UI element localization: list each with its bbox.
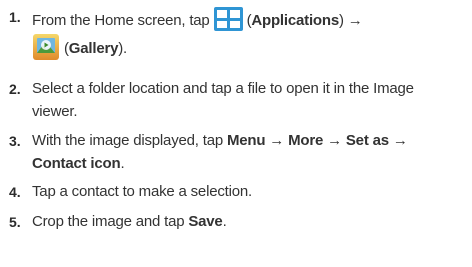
step-text-segment: With the image displayed, tap [32,132,223,149]
step-text-line: Tap a contact to make a selection. [32,183,252,200]
step-text: Crop the image and tap Save. [32,212,468,232]
step-number: 1. [9,9,21,25]
set-as-label: Set as [345,132,389,149]
arrow-icon: → [347,12,363,29]
arrow-icon: → [327,132,342,149]
applications-label: Applications [251,12,339,29]
instruction-page: 1. From the Home screen, tap (Application… [0,0,472,267]
step-text: Select a folder location and tap a file … [32,79,468,122]
applications-grid-icon [213,7,243,31]
step-text-segment: ) [338,12,344,29]
gallery-icon [33,34,59,60]
step-text-segment: ). [118,40,128,57]
step-text: From the Home screen, tap (Applications) … [32,7,468,63]
step-text-segment: . [222,213,227,230]
step-text-line: viewer. [32,103,78,120]
step-number: 4. [9,184,21,200]
more-label: More [288,132,324,149]
step-number: 2. [9,81,21,97]
step-number: 5. [9,214,21,230]
step-text-segment: Crop the image and tap [32,213,185,230]
save-label: Save [188,213,223,230]
arrow-icon: → [269,132,285,149]
step-text: With the image displayed, tap Menu → Mor… [32,131,468,174]
arrow-icon: → [392,132,408,149]
contact-icon-label: Contact icon [32,155,121,172]
step-text-segment: . [120,155,125,172]
menu-label: Menu [226,132,266,149]
step-text: Tap a contact to make a selection. [32,182,468,202]
step-text-line: Select a folder location and tap a file … [32,80,414,97]
gallery-label: Gallery [68,40,119,57]
step-number: 3. [9,133,21,149]
step-text-segment: From the Home screen, tap [32,12,210,29]
